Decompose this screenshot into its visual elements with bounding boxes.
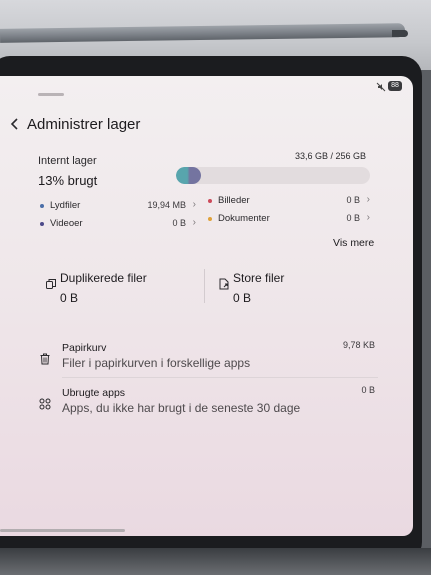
app-header: Administrer lager: [0, 112, 413, 138]
category-dot: [208, 217, 212, 221]
trash-icon: [40, 353, 50, 365]
battery-icon: 88: [388, 81, 402, 91]
trash-item[interactable]: Papirkurv Filer i papirkurven i forskell…: [35, 339, 380, 379]
category-video[interactable]: Videoer 0 B ›: [40, 217, 196, 232]
tablet-screen: 88 Administrer lager Internt lager 33,6 …: [0, 76, 413, 536]
usage-percent: 13% brugt: [38, 173, 98, 188]
chevron-left-icon[interactable]: [8, 116, 22, 132]
category-audio[interactable]: Lydfiler 19,94 MB ›: [40, 199, 196, 214]
apps-grid-icon: [39, 398, 51, 410]
category-images[interactable]: Billeder 0 B ›: [208, 194, 370, 209]
status-bar: 88: [0, 76, 413, 100]
chevron-right-icon: ›: [366, 212, 370, 223]
category-size: 0 B: [346, 213, 360, 223]
category-dot: [40, 204, 44, 208]
category-name: Lydfiler: [50, 200, 81, 211]
category-size: 19,94 MB: [147, 200, 186, 210]
usage-bar: [176, 167, 370, 184]
mute-icon: [376, 82, 386, 92]
duplicate-files-card[interactable]: Duplikerede filer 0 B: [40, 264, 200, 308]
list-item-subtitle: Apps, du ikke har brugt i de seneste 30 …: [62, 401, 301, 415]
chevron-right-icon: ›: [192, 217, 196, 228]
chevron-right-icon: ›: [192, 199, 196, 210]
category-size: 0 B: [172, 218, 186, 228]
card-value: 0 B: [233, 291, 252, 305]
chevron-right-icon: ›: [366, 194, 370, 205]
stylus-tip: [392, 30, 408, 37]
category-dot: [208, 199, 212, 203]
list-item-subtitle: Filer i papirkurven i forskellige apps: [62, 356, 251, 370]
unused-apps-item[interactable]: Ubrugte apps Apps, du ikke har brugt i d…: [35, 384, 380, 424]
storage-label: Internt lager: [38, 155, 97, 167]
list-item-size: 9,78 KB: [342, 340, 375, 350]
scroll-indicator: [0, 529, 125, 532]
card-value: 0 B: [60, 291, 79, 305]
category-size: 0 B: [346, 195, 360, 205]
list-item-title: Papirkurv: [62, 342, 107, 354]
desk-surface: [0, 548, 431, 575]
large-files-card[interactable]: Store filer 0 B: [213, 264, 373, 308]
category-documents[interactable]: Dokumenter 0 B ›: [208, 212, 370, 227]
duplicate-files-icon: [46, 279, 56, 289]
card-divider: [204, 269, 205, 303]
list-item-size: 0 B: [361, 385, 375, 395]
view-more-link[interactable]: Vis mere: [333, 237, 374, 249]
category-dot: [40, 222, 44, 226]
storage-capacity: 33,6 GB / 256 GB: [294, 151, 366, 161]
page-title: Administrer lager: [27, 116, 141, 133]
list-item-title: Ubrugte apps: [62, 387, 126, 399]
category-name: Dokumenter: [218, 213, 270, 224]
large-file-icon: [219, 278, 229, 290]
card-label: Duplikerede filer: [60, 271, 147, 285]
usage-bar-fill: [176, 167, 201, 184]
category-name: Billeder: [218, 195, 250, 206]
status-pill: [38, 93, 64, 96]
category-name: Videoer: [50, 218, 83, 229]
card-label: Store filer: [233, 271, 285, 285]
list-divider: [62, 377, 378, 378]
